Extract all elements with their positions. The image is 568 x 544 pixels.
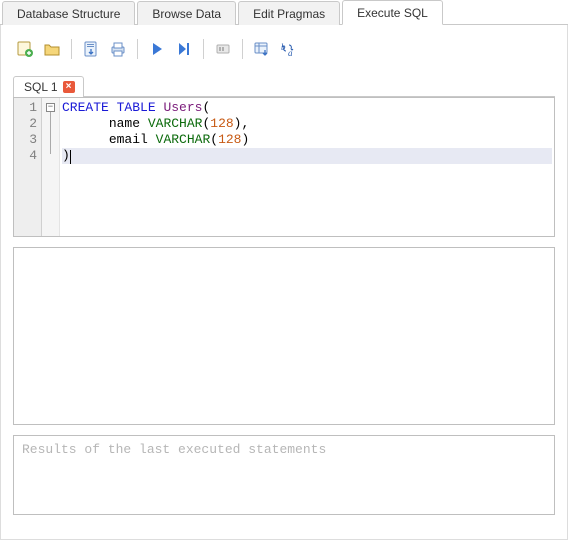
code-line: email VARCHAR(128) xyxy=(62,132,552,148)
sql-tab-1[interactable]: SQL 1 × xyxy=(13,76,84,97)
run-line-button[interactable] xyxy=(172,37,196,61)
sql-tab-label: SQL 1 xyxy=(24,80,58,94)
toolbar-separator xyxy=(203,39,204,59)
tab-edit-pragmas[interactable]: Edit Pragmas xyxy=(238,1,340,25)
sql-toolbar: b a xyxy=(13,35,555,63)
find-replace-icon: b a xyxy=(280,40,298,58)
stop-icon xyxy=(214,40,232,58)
new-sql-tab-icon xyxy=(16,40,34,58)
fold-gutter: − xyxy=(42,98,60,236)
code-line-current: ) xyxy=(62,148,552,164)
tab-browse-data[interactable]: Browse Data xyxy=(137,1,236,25)
new-sql-tab-button[interactable] xyxy=(13,37,37,61)
text-cursor xyxy=(70,150,71,164)
save-file-icon xyxy=(82,40,100,58)
save-results-button[interactable] xyxy=(250,37,274,61)
find-button[interactable]: b a xyxy=(277,37,301,61)
close-tab-button[interactable]: × xyxy=(63,81,75,93)
code-area[interactable]: CREATE TABLE Users( name VARCHAR(128), e… xyxy=(60,98,554,236)
fold-line xyxy=(50,144,51,154)
open-sql-file-button[interactable] xyxy=(40,37,64,61)
run-step-icon xyxy=(176,41,192,57)
line-number: 4 xyxy=(14,148,37,164)
code-line: CREATE TABLE Users( xyxy=(62,100,552,116)
save-results-icon xyxy=(253,40,271,58)
tab-execute-sql[interactable]: Execute SQL xyxy=(342,0,443,25)
log-pane[interactable]: Results of the last executed statements xyxy=(13,435,555,515)
toolbar-separator xyxy=(137,39,138,59)
open-file-icon xyxy=(43,40,61,58)
results-pane[interactable] xyxy=(13,247,555,425)
sql-subtabs: SQL 1 × xyxy=(13,75,555,97)
line-number: 3 xyxy=(14,132,37,148)
fold-toggle-icon[interactable]: − xyxy=(46,103,55,112)
toolbar-separator xyxy=(242,39,243,59)
line-number-gutter: 1 2 3 4 xyxy=(14,98,42,236)
app-window: Database Structure Browse Data Edit Prag… xyxy=(0,0,568,544)
line-number: 2 xyxy=(14,116,37,132)
sql-editor[interactable]: 1 2 3 4 − CREATE TABLE Users( name VARCH… xyxy=(13,97,555,237)
line-number: 1 xyxy=(14,100,37,116)
save-sql-file-button[interactable] xyxy=(79,37,103,61)
print-button[interactable] xyxy=(106,37,130,61)
tab-database-structure[interactable]: Database Structure xyxy=(2,1,135,25)
log-placeholder: Results of the last executed statements xyxy=(22,442,326,457)
fold-line xyxy=(50,128,51,144)
print-icon xyxy=(109,40,127,58)
run-sql-button[interactable] xyxy=(145,37,169,61)
code-line: name VARCHAR(128), xyxy=(62,116,552,132)
main-tabbar: Database Structure Browse Data Edit Prag… xyxy=(0,0,568,25)
close-icon: × xyxy=(66,81,72,92)
toolbar-separator xyxy=(71,39,72,59)
stop-button[interactable] xyxy=(211,37,235,61)
fold-line xyxy=(50,112,51,128)
run-icon xyxy=(149,41,165,57)
execute-sql-panel: b a SQL 1 × 1 2 3 4 xyxy=(0,25,568,540)
